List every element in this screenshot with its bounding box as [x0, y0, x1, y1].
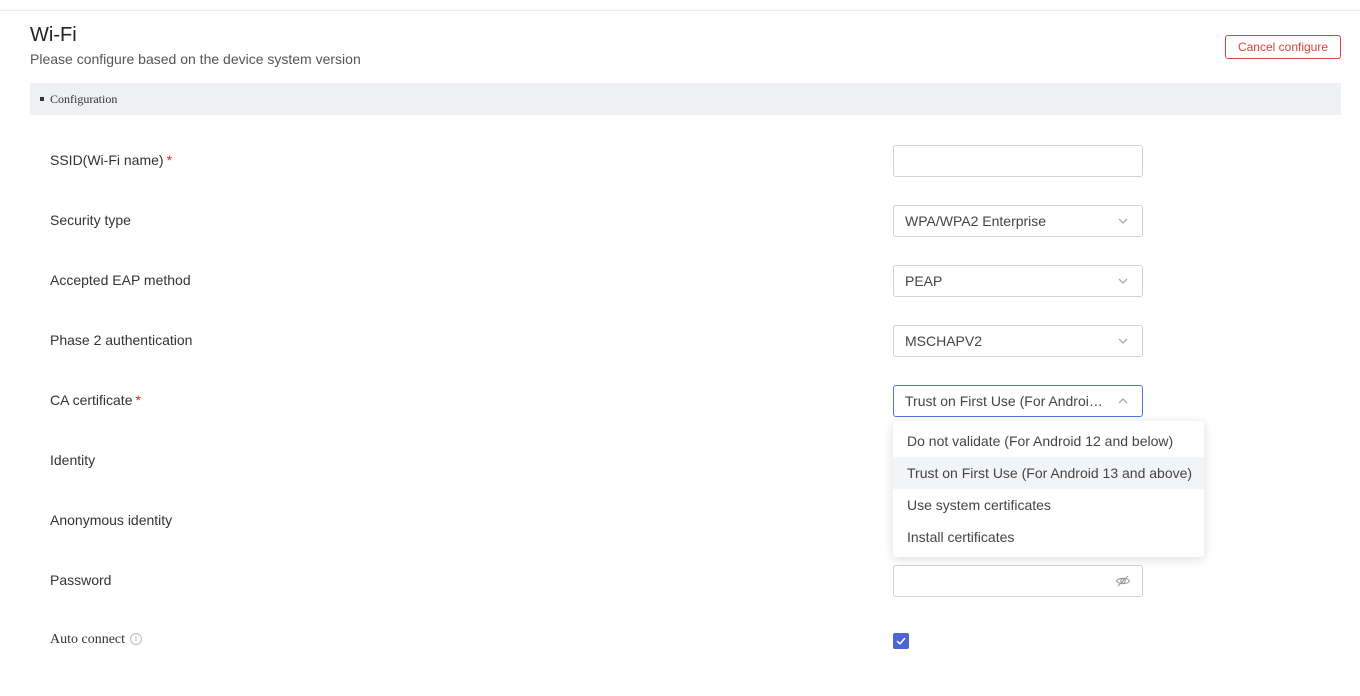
auto-connect-label: Auto connect i [50, 632, 143, 648]
option-trust-on-first-use[interactable]: Trust on First Use (For Android 13 and a… [893, 457, 1204, 489]
chevron-down-icon [1118, 218, 1128, 224]
chevron-down-icon [1118, 338, 1128, 344]
chevron-down-icon [1118, 278, 1128, 284]
bullet-icon [40, 97, 44, 101]
security-type-value: WPA/WPA2 Enterprise [905, 213, 1047, 229]
password-input[interactable] [893, 565, 1143, 597]
security-type-label: Security type [50, 212, 131, 228]
check-icon [896, 637, 906, 645]
ca-certificate-label: CA certificate * [50, 392, 141, 408]
auto-connect-label-text: Auto connect [50, 632, 126, 647]
cancel-configure-button[interactable]: Cancel configure [1225, 35, 1341, 59]
option-install-certificates[interactable]: Install certificates [893, 521, 1204, 553]
page-title: Wi-Fi [30, 24, 77, 46]
ca-certificate-label-text: CA certificate [50, 392, 133, 408]
page-subtitle: Please configure based on the device sys… [30, 51, 361, 67]
option-do-not-validate[interactable]: Do not validate (For Android 12 and belo… [893, 425, 1204, 457]
top-divider [0, 10, 1360, 11]
auto-connect-checkbox[interactable] [893, 633, 909, 649]
section-label: Configuration [50, 91, 118, 106]
ssid-label: SSID(Wi-Fi name) * [50, 152, 172, 168]
eap-method-value: PEAP [905, 273, 943, 289]
info-icon[interactable]: i [130, 632, 143, 645]
chevron-up-icon [1118, 398, 1128, 404]
phase2-auth-value: MSCHAPV2 [905, 333, 983, 349]
identity-label: Identity [50, 452, 96, 468]
phase2-auth-select[interactable]: MSCHAPV2 [893, 325, 1143, 357]
option-use-system-certificates[interactable]: Use system certificates [893, 489, 1204, 521]
ssid-input[interactable] [893, 145, 1143, 177]
eap-method-select[interactable]: PEAP [893, 265, 1143, 297]
eye-off-icon[interactable] [1115, 573, 1131, 589]
eap-method-label: Accepted EAP method [50, 272, 191, 288]
required-mark: * [166, 152, 173, 168]
ca-certificate-select[interactable]: Trust on First Use (For Android 13 and a… [893, 385, 1143, 417]
ca-certificate-value: Trust on First Use (For Android 13 and a… [905, 393, 1109, 409]
security-type-select[interactable]: WPA/WPA2 Enterprise [893, 205, 1143, 237]
configuration-section-header: Configuration [30, 83, 1341, 115]
anonymous-identity-label: Anonymous identity [50, 512, 173, 528]
phase2-auth-label: Phase 2 authentication [50, 332, 193, 348]
password-label: Password [50, 572, 112, 588]
required-mark: * [135, 392, 141, 408]
ssid-label-text: SSID(Wi-Fi name) [50, 152, 164, 168]
ca-certificate-dropdown: Do not validate (For Android 12 and belo… [893, 421, 1204, 557]
